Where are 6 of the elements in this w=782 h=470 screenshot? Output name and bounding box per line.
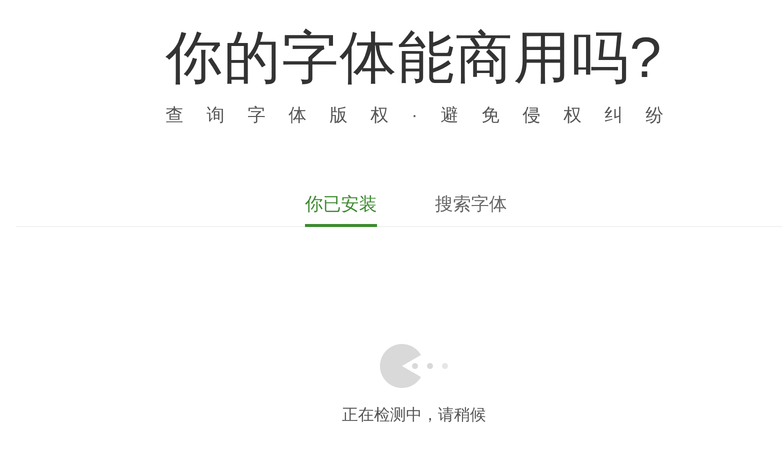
- page-title: 你的字体能商用吗?: [166, 25, 662, 92]
- loading-message: 正在检测中，请稍候: [342, 406, 486, 426]
- tab[interactable]: 你已安装: [305, 190, 377, 227]
- page-subtitle: 查询字体版权·避免侵权纠纷: [164, 104, 686, 127]
- tab[interactable]: 搜索字体: [435, 190, 507, 227]
- loading-icon: [378, 342, 450, 390]
